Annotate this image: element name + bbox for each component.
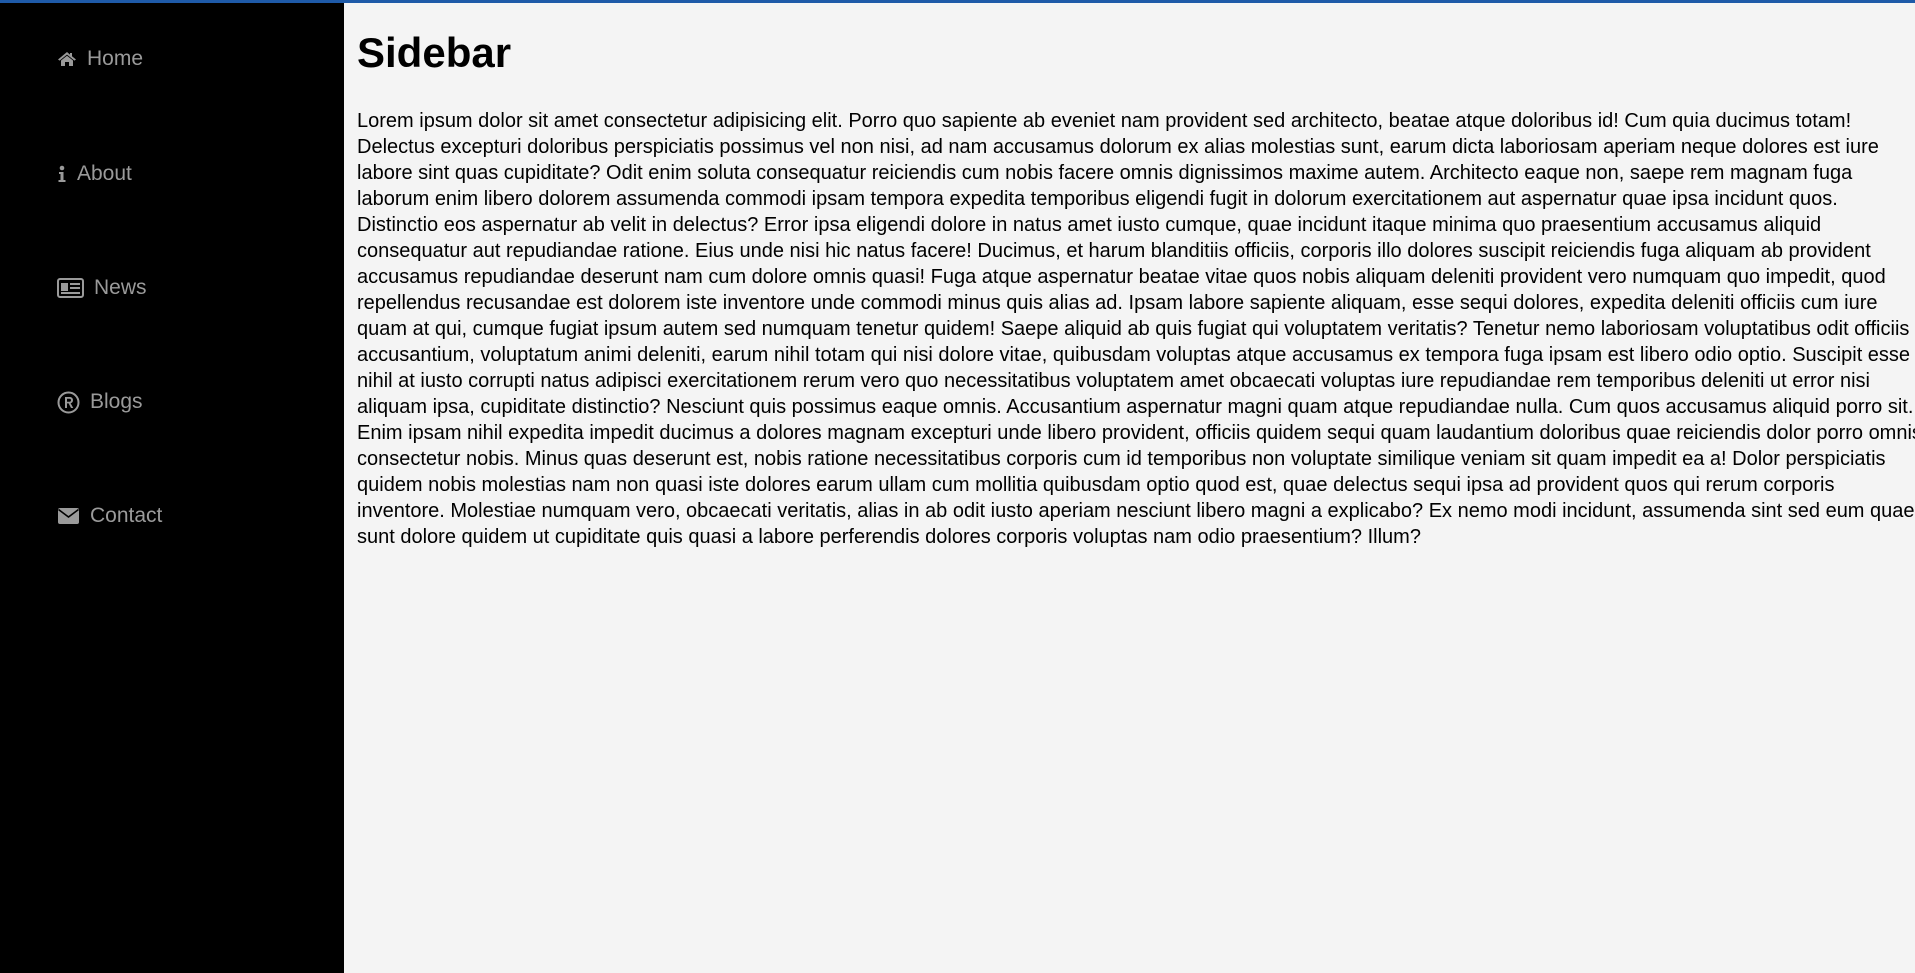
envelope-icon: [57, 507, 80, 525]
sidebar-item-label: About: [77, 162, 132, 185]
home-icon: [57, 51, 77, 67]
sidebar: Home About News Blogs Contact: [0, 0, 344, 973]
page-title: Sidebar: [357, 29, 512, 76]
sidebar-item-contact[interactable]: Contact: [57, 496, 162, 536]
registered-icon: [57, 391, 80, 414]
sidebar-item-label: News: [94, 276, 147, 299]
top-accent-line: [0, 0, 1915, 3]
body-paragraph: Lorem ipsum dolor sit amet consectetur a…: [357, 110, 1915, 548]
sidebar-item-label: Contact: [90, 504, 163, 527]
sidebar-item-label: Home: [87, 47, 144, 70]
sidebar-item-blogs[interactable]: Blogs: [57, 382, 143, 422]
main-content: Sidebar Lorem ipsum dolor sit amet conse…: [344, 3, 1915, 973]
info-icon: [57, 165, 67, 183]
sidebar-item-label: Blogs: [90, 390, 143, 413]
sidebar-item-home[interactable]: Home: [57, 39, 143, 79]
sidebar-item-news[interactable]: News: [57, 268, 147, 308]
newspaper-icon: [57, 278, 84, 298]
sidebar-item-about[interactable]: About: [57, 154, 132, 194]
